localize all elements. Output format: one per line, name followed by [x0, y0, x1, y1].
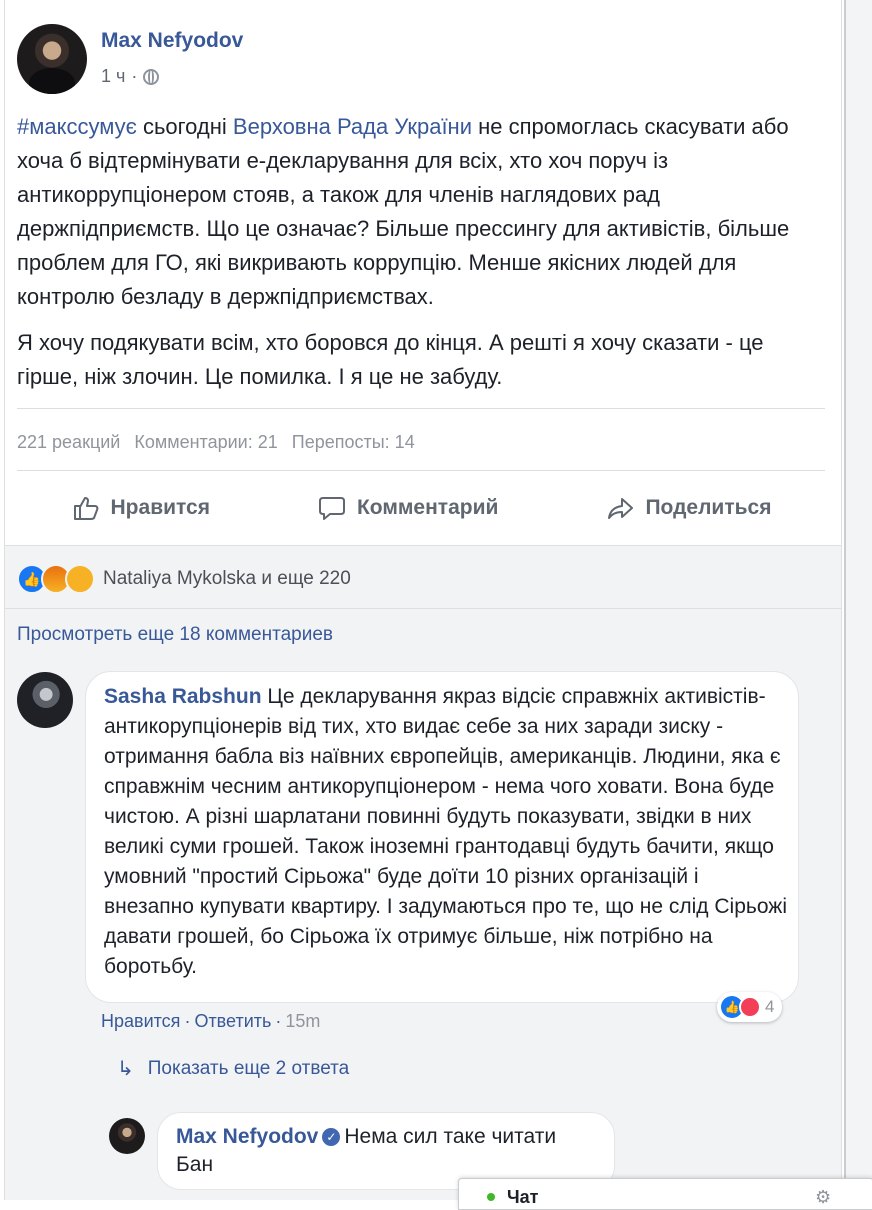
page-link[interactable]: Верховна Рада України	[233, 114, 472, 139]
reply-body: Max Nefyodov ✓ Нема сил таке читати Бан	[176, 1123, 556, 1179]
like-button[interactable]: Нравится	[71, 493, 210, 523]
post-stats: 221 реакций Комментарии: 21 Перепосты: 1…	[17, 432, 415, 453]
view-more-comments-link[interactable]: Просмотреть еще 18 комментариев	[17, 624, 333, 646]
stats-divider-top	[17, 408, 825, 409]
speech-bubble-icon	[318, 497, 345, 520]
post-paragraph-2: Я хочу подякувати всім, хто боровся до к…	[17, 330, 764, 389]
post-text-2: не спромоглась скасувати або хоча б відт…	[17, 114, 790, 309]
comment-actions-dot-2: ·	[275, 1011, 282, 1031]
comment-body: Sasha Rabshun Це декларування якраз відс…	[104, 682, 794, 982]
chat-bar-label: Чат	[507, 1187, 539, 1207]
globe-icon[interactable]	[143, 68, 160, 85]
comment-reaction-count: 4	[765, 997, 775, 1016]
comment-button[interactable]: Комментарий	[317, 493, 498, 523]
gear-icon[interactable]: ⚙	[815, 1187, 831, 1208]
stats-divider-bottom	[17, 470, 825, 471]
thumbs-up-icon	[73, 497, 98, 520]
comment-reply-link[interactable]: Ответить	[194, 1011, 271, 1032]
sad-reaction-icon	[65, 564, 95, 594]
share-label: Поделиться	[645, 496, 772, 519]
post-body: #макссумує сьогодні Верховна Рада Україн…	[17, 110, 817, 406]
comment-label: Комментарий	[356, 496, 499, 519]
post-meta: 1 ч ·	[101, 66, 160, 87]
post-header: Max Nefyodov 1 ч ·	[17, 24, 617, 94]
reply-author[interactable]: Max Nefyodov	[176, 1125, 318, 1148]
comments-divider	[5, 608, 841, 609]
hashtag-link[interactable]: #макссумує	[17, 114, 137, 139]
comments-section: 👍 Nataliya Mykolska и еще 220 Просмотрет…	[5, 545, 841, 1200]
show-replies-link[interactable]: ↳ Показать еще 2 ответа	[117, 1056, 349, 1081]
share-button[interactable]: Поделиться	[605, 493, 771, 523]
post-text-1: сьогодні	[136, 114, 233, 139]
reactions-summary[interactable]: 👍 Nataliya Mykolska и еще 220	[17, 564, 351, 594]
reply-author-avatar[interactable]	[109, 1118, 145, 1154]
comment-actions: Нравится · Ответить · 15m	[101, 1011, 320, 1032]
reactions-summary-text: Nataliya Mykolska и еще 220	[103, 568, 351, 589]
post-card: Max Nefyodov 1 ч · #макссумує сьогодні В…	[4, 0, 842, 1200]
reply-line-2: Бан	[176, 1153, 214, 1176]
author-avatar[interactable]	[17, 24, 87, 94]
commenter-avatar[interactable]	[17, 672, 73, 728]
comment-like-link[interactable]: Нравится	[101, 1011, 180, 1032]
post-time[interactable]: 1 ч	[101, 66, 125, 87]
show-replies-label: Показать еще 2 ответа	[147, 1057, 350, 1079]
comment-actions-dot: ·	[184, 1011, 191, 1031]
like-label: Нравится	[110, 496, 210, 519]
post-paragraph-1: #макссумує сьогодні Верховна Рада Україн…	[17, 110, 817, 314]
comment-author[interactable]: Sasha Rabshun	[104, 685, 262, 708]
comment-reactions[interactable]: 👍 4	[717, 992, 783, 1022]
post-actions: Нравится Комментарий Поделиться	[17, 482, 825, 534]
comment-time[interactable]: 15m	[285, 1011, 320, 1032]
shares-count[interactable]: Перепосты: 14	[292, 432, 415, 453]
comment-text: Це декларування якраз відсіє справжніх а…	[104, 685, 787, 978]
share-arrow-icon	[608, 498, 634, 519]
scrollbar-track[interactable]	[844, 0, 872, 1200]
meta-separator: ·	[131, 66, 138, 86]
reply-line-1: Нема сил таке читати	[344, 1125, 557, 1148]
comments-count[interactable]: Комментарии: 21	[134, 432, 277, 453]
verified-badge-icon: ✓	[322, 1128, 341, 1147]
author-name[interactable]: Max Nefyodov	[101, 29, 243, 53]
chat-bar[interactable]: Чат ⚙	[458, 1178, 872, 1210]
reactions-count[interactable]: 221 реакций	[17, 432, 120, 453]
reply-arrow-icon: ↳	[117, 1058, 134, 1080]
comment-bubble: Sasha Rabshun Це декларування якраз відс…	[85, 671, 799, 1003]
love-reaction-icon	[739, 996, 761, 1018]
